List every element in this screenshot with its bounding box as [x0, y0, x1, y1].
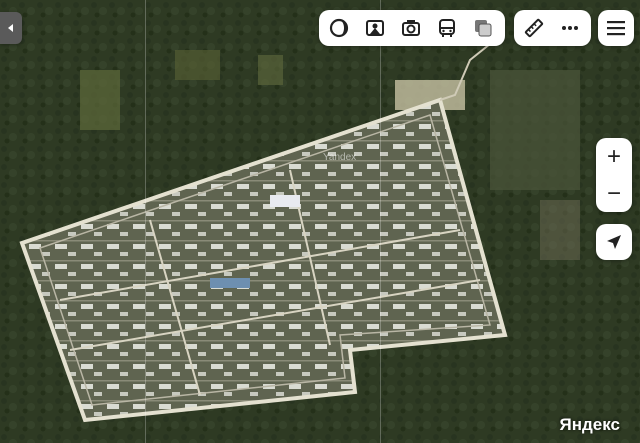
more-dots-icon	[562, 26, 578, 30]
hamburger-menu-icon	[607, 21, 625, 36]
map-gridline	[380, 0, 381, 443]
tools-toolbar	[514, 10, 591, 46]
panorama-button[interactable]	[357, 11, 393, 45]
photo-camera-icon	[402, 20, 420, 36]
ruler-button[interactable]	[516, 11, 552, 45]
locate-me-button[interactable]	[596, 224, 632, 260]
layers-toolbar	[319, 10, 505, 46]
zoom-in-button[interactable]: +	[596, 138, 632, 175]
satellite-map[interactable]	[0, 0, 640, 443]
main-menu-button[interactable]	[598, 10, 634, 46]
yandex-logo: Яндекс	[559, 415, 620, 434]
zoom-controls: + −	[596, 138, 632, 212]
more-button[interactable]	[552, 11, 588, 45]
collapse-sidebar-button[interactable]	[0, 12, 22, 44]
bus-icon	[439, 19, 455, 37]
zoom-out-button[interactable]: −	[596, 175, 632, 212]
map-type-button[interactable]	[465, 11, 501, 45]
layers-circle-icon	[329, 18, 349, 38]
panorama-icon	[366, 20, 384, 36]
map-watermark: Yandex	[323, 152, 357, 163]
chevron-left-icon	[8, 24, 13, 32]
layers-circle-button[interactable]	[321, 11, 357, 45]
photo-button[interactable]	[393, 11, 429, 45]
ruler-icon	[524, 18, 544, 38]
map-gridline	[145, 0, 146, 443]
map-layers-square-icon	[475, 20, 492, 37]
transport-button[interactable]	[429, 11, 465, 45]
location-arrow-icon	[607, 235, 621, 249]
